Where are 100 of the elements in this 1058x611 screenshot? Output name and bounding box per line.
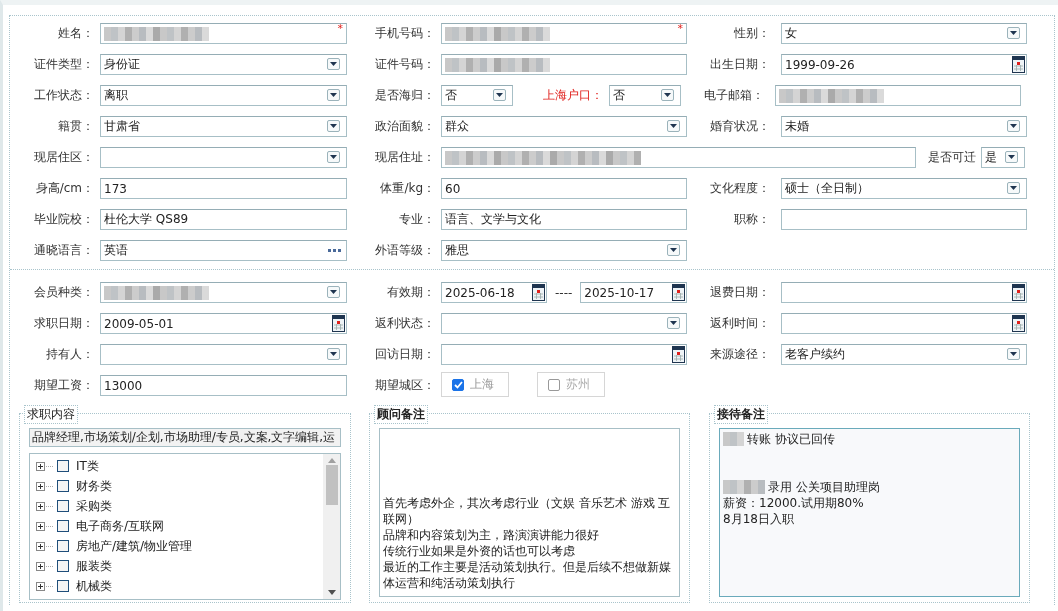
date-field[interactable]: 2009-05-01	[100, 313, 347, 334]
select-field[interactable]: 身份证	[100, 54, 347, 75]
field-label: 来源途径：	[709, 346, 770, 363]
scroll-down-icon[interactable]	[327, 590, 336, 595]
field-label: 返利时间：	[709, 315, 770, 332]
input-field[interactable]	[781, 209, 1027, 230]
field-label: 有效期：	[386, 284, 435, 301]
input-field[interactable]	[775, 85, 1021, 106]
note-text: 品牌和内容策划为主，路演演讲能力很好	[383, 527, 599, 543]
input-field[interactable]: 173	[100, 178, 347, 199]
input-field[interactable]: 语言、文学与文化	[441, 209, 687, 230]
checkmark-icon	[453, 380, 463, 389]
date-field[interactable]	[781, 313, 1027, 334]
summary-field: 品牌经理,市场策划/企划,市场助理/专员,文案,文字编辑,运	[29, 428, 341, 447]
input-field[interactable]: *	[100, 23, 347, 44]
date-field[interactable]	[781, 282, 1028, 303]
field-label: 会员种类：	[33, 284, 94, 301]
notes-textarea[interactable]: 转账 协议已回传 录用 公关项目助理岗 薪资：12000.试用期80% 8月18日入职	[719, 428, 1020, 597]
tree-item[interactable]: 电子商务/互联网	[36, 516, 323, 536]
field-label: 返利状态：	[374, 315, 435, 332]
range-separator: ----	[555, 285, 573, 300]
expand-icon[interactable]	[36, 521, 53, 531]
expand-icon[interactable]	[36, 501, 53, 511]
select-field[interactable]: 是	[981, 147, 1025, 168]
checkbox[interactable]	[57, 500, 69, 512]
date-field[interactable]: 2025-10-17	[580, 282, 688, 303]
more-icon[interactable]	[328, 249, 341, 253]
date-field[interactable]: 1999-09-26	[781, 54, 1027, 75]
note-text: 首先考虑外企，其次考虑行业（文娱 音乐艺术 游戏 互联网）	[383, 495, 672, 527]
input-field[interactable]: 60	[441, 178, 687, 199]
expand-icon[interactable]	[36, 481, 53, 491]
field-label: 电子邮箱：	[703, 87, 764, 104]
select-field[interactable]: 否	[609, 85, 681, 106]
select-field[interactable]: 离职	[100, 85, 347, 106]
checkbox[interactable]	[57, 460, 69, 472]
select-field[interactable]: 雅思	[441, 240, 687, 261]
field-label: 证件类型：	[33, 56, 94, 73]
field-label: 上海户口：	[543, 87, 603, 104]
field-label: 回访日期：	[374, 346, 435, 363]
field-label: 期望工资：	[33, 377, 94, 394]
tree-item[interactable]: 机械类	[36, 576, 323, 596]
group-title: 求职内容	[24, 405, 78, 424]
field-label: 毕业院校：	[33, 211, 94, 228]
field-label: 现居住址：	[374, 149, 435, 166]
calendar-icon[interactable]	[1012, 315, 1025, 332]
input-field[interactable]	[441, 147, 916, 168]
group-title: 顾问备注	[374, 405, 428, 424]
calendar-icon[interactable]	[332, 315, 345, 332]
select-field[interactable]: 老客户续约	[781, 344, 1027, 365]
tree-item[interactable]: 服装类	[36, 556, 323, 576]
select-field[interactable]: 甘肃省	[100, 116, 347, 137]
field-label: 政治面貌：	[374, 118, 435, 135]
date-field[interactable]: 2025-06-18	[441, 282, 547, 303]
select-field[interactable]: 否	[441, 85, 513, 106]
date-field[interactable]	[441, 344, 687, 365]
checkbox[interactable]	[57, 540, 69, 552]
select-field[interactable]	[441, 313, 687, 334]
scrollbar[interactable]	[323, 454, 340, 599]
tree-item[interactable]: 采购类	[36, 496, 323, 516]
input-field[interactable]: 13000	[100, 375, 347, 396]
checkbox[interactable]	[57, 560, 69, 572]
tree-item[interactable]: 房地产/建筑/物业管理	[36, 536, 323, 556]
select-field[interactable]: 硕士（全日制）	[781, 178, 1027, 199]
input-field[interactable]: 杜伦大学 QS89	[100, 209, 347, 230]
notes-textarea[interactable]: 首先考虑外企，其次考虑行业（文娱 音乐艺术 游戏 互联网） 品牌和内容策划为主，路演演讲能力很好 传统行业如果是外资的话也可以考虑 最近的工作主要是活动策划执行。但是后续不想做新媒体运营和纯活动策划执行	[379, 428, 680, 597]
field-label: 期望城区：	[374, 377, 435, 394]
field-label: 是否海归：	[374, 87, 435, 104]
calendar-icon[interactable]	[672, 284, 686, 301]
field-label: 专业：	[398, 211, 435, 228]
field-label: 工作状态：	[33, 87, 94, 104]
select-field[interactable]	[100, 282, 347, 303]
select-field[interactable]	[100, 344, 347, 365]
lookup-field[interactable]: 英语	[100, 240, 347, 261]
field-label: 籍贯：	[57, 118, 94, 135]
calendar-icon[interactable]	[1012, 56, 1025, 73]
calendar-icon[interactable]	[672, 346, 685, 363]
select-field[interactable]: 群众	[441, 116, 687, 137]
note-text: 薪资：12000.试用期80%	[723, 495, 864, 511]
checkbox[interactable]	[57, 480, 69, 492]
input-field[interactable]	[441, 54, 687, 75]
checkbox[interactable]	[57, 520, 69, 532]
select-field[interactable]	[100, 147, 347, 168]
tree-item[interactable]: IT类	[36, 456, 323, 476]
expand-icon[interactable]	[36, 561, 53, 571]
checkbox[interactable]	[57, 580, 69, 592]
select-field[interactable]: 未婚	[781, 116, 1027, 137]
expand-icon[interactable]	[36, 581, 53, 591]
field-label: 求职日期：	[33, 315, 94, 332]
field-label: 手机号码：	[374, 25, 435, 42]
expand-icon[interactable]	[36, 461, 53, 471]
note-text: 最近的工作主要是活动策划执行。但是后续不想做新媒体运营和纯活动策划执行	[383, 559, 672, 591]
select-field[interactable]: 女	[781, 23, 1027, 44]
note-text: 8月18日入职	[723, 511, 794, 527]
scrollbar-thumb[interactable]	[325, 465, 338, 505]
expand-icon[interactable]	[36, 541, 53, 551]
calendar-icon[interactable]	[1012, 284, 1026, 301]
tree-item[interactable]: 财务类	[36, 476, 323, 496]
input-field[interactable]: *	[441, 23, 687, 44]
field-label: 身高/cm：	[34, 180, 94, 197]
calendar-icon[interactable]	[532, 284, 545, 301]
